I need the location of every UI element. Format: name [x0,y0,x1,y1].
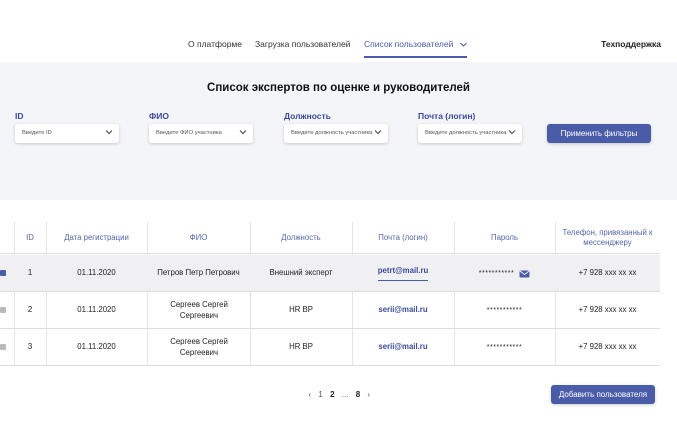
page-link[interactable]: 8 [356,390,360,399]
table-row[interactable]: 3 01.11.2020 Сергеев Сергей Сергеевич HR… [0,329,660,366]
row-checkbox-checked[interactable] [0,270,6,276]
top-nav: О платформе Загрузка пользователей Списо… [0,0,677,62]
page-title: Список экспертов по оценке и руководител… [207,82,470,94]
email-filter-label: Почта (логин) [418,111,476,121]
page-ellipsis: ... [341,390,349,399]
nav-about[interactable]: О платформе [188,39,242,49]
cell-email[interactable]: serii@mail.ru [352,292,454,329]
cell-id: 2 [27,305,33,315]
filter-panel: Список экспертов по оценке и руководител… [0,62,677,200]
header-fio: ФИО [189,232,208,242]
email-link[interactable]: petrt@mail.ru [377,266,429,281]
cell-date: 01.11.2020 [77,305,116,315]
table-row[interactable]: 2 01.11.2020 Сергеев Сергей Сергеевич HR… [0,292,660,329]
email-link[interactable]: serii@mail.ru [378,305,427,315]
envelope-icon[interactable] [519,270,530,278]
row-checkbox[interactable] [0,307,6,313]
cell-email[interactable]: petrt@mail.ru [352,255,454,292]
chevron-down-icon [239,130,247,135]
apply-filters-button[interactable]: Применить фильтры [547,124,651,143]
header-password: Пароль [490,232,519,242]
next-page-button[interactable]: › [367,390,370,399]
chevron-down-icon [508,130,516,135]
cell-id: 1 [27,268,33,278]
cell-email[interactable]: serii@mail.ru [352,329,454,366]
chevron-down-icon [459,42,467,47]
email-filter-placeholder: Введите должность участника [425,130,507,136]
id-filter-label: ID [15,111,24,121]
cell-password: *********** [454,329,555,366]
password-mask: *********** [486,306,523,314]
email-filter-select[interactable]: Введите должность участника [418,124,522,143]
fio-filter-label: ФИО [149,111,169,121]
cell-password: *********** [454,255,555,292]
active-tab-underline [364,56,467,58]
cell-password: *********** [454,292,555,329]
id-filter-placeholder: Введите ID [22,130,52,136]
cell-id: 3 [27,342,33,352]
table-header: ID Дата регистрации ФИО Должность Почта … [0,222,660,254]
password-mask: *********** [486,343,523,351]
cell-fio: Сергеев Сергей Сергеевич [170,337,228,357]
cell-phone: +7 928 xxx xx xx [578,268,637,278]
password-mask: *********** [478,269,515,277]
position-filter-placeholder: Введите должность участника [291,130,373,136]
position-filter-label: Должность [284,111,331,121]
cell-date: 01.11.2020 [77,342,116,352]
prev-page-button[interactable]: ‹ [309,390,312,399]
cell-phone: +7 928 xxx xx xx [578,342,637,352]
header-phone: Телефон, привязанный к мессенджеру [562,227,653,247]
nav-users-list[interactable]: Список пользователей [364,39,467,58]
chevron-down-icon [374,130,382,135]
pagination: ‹ 1 2 ... 8 › [306,390,373,399]
header-id: ID [26,232,34,242]
position-filter-select[interactable]: Введите должность участника [284,124,388,143]
page-link-current[interactable]: 2 [330,390,334,399]
fio-filter-select[interactable]: Введите ФИО участника [149,124,253,143]
nav-users-list-label: Список пользователей [364,39,454,49]
chevron-down-icon [105,130,113,135]
cell-position: Внешний эксперт [269,268,333,278]
cell-position: HR BP [289,342,313,352]
fio-filter-placeholder: Введите ФИО участника [156,130,222,136]
cell-fio: Петров Петр Петрович [157,268,240,278]
email-link[interactable]: serii@mail.ru [378,342,427,352]
cell-position: HR BP [289,305,313,315]
row-checkbox[interactable] [0,344,6,350]
cell-phone: +7 928 xxx xx xx [578,305,637,315]
nav-support[interactable]: Техподдержка [601,39,661,49]
header-email: Почта (логин) [378,232,428,242]
header-position: Должность [281,232,321,242]
header-registration-date: Дата регистрации [64,232,129,242]
nav-upload-users[interactable]: Загрузка пользователей [255,39,350,49]
cell-fio: Сергеев Сергей Сергеевич [170,300,228,320]
page-link[interactable]: 1 [318,390,322,399]
id-filter-select[interactable]: Введите ID [15,124,119,143]
add-user-button[interactable]: Добавить пользователя [551,385,655,404]
cell-date: 01.11.2020 [77,268,116,278]
table-row[interactable]: 1 01.11.2020 Петров Петр Петрович Внешни… [0,255,660,292]
